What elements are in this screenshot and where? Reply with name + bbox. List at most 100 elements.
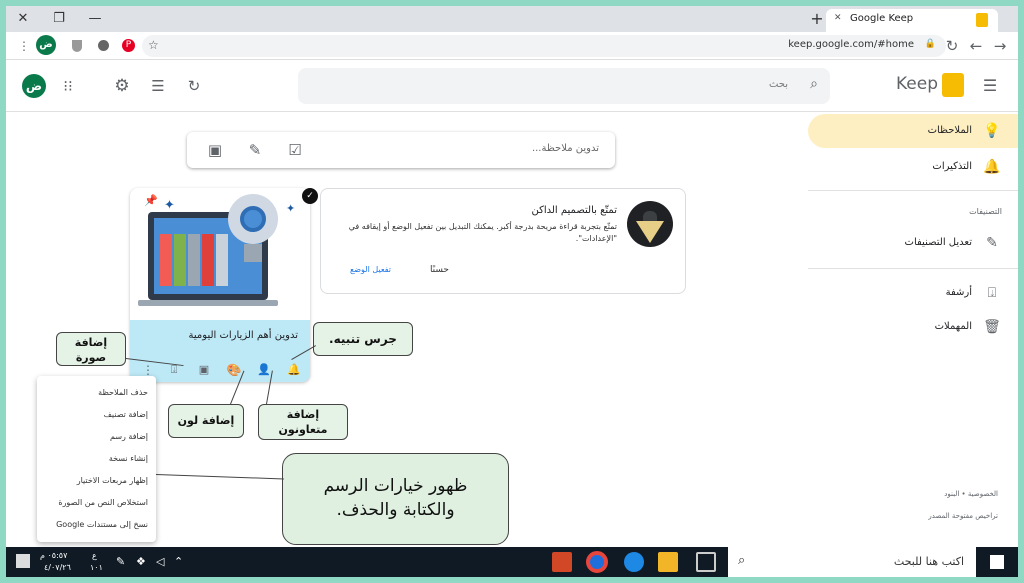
account-avatar[interactable]: ض: [22, 74, 46, 98]
pin-icon[interactable]: 📌: [144, 194, 158, 207]
tab-close-icon[interactable]: ✕: [834, 13, 842, 23]
footer-dot: •: [961, 490, 966, 498]
note-title: تدوين أهم الزيارات اليومية: [188, 330, 298, 341]
clock-time: ٠٥:٥٧ م: [40, 551, 68, 560]
sidebar-divider: [808, 268, 1018, 269]
keep-header: ض ⁝⁝ ⚙ ☰ ↻ ⌕ بحث Keep ☰: [6, 60, 1018, 112]
star-icon[interactable]: ☆: [148, 38, 159, 52]
close-window-button[interactable]: ✕: [10, 10, 36, 28]
brush-icon[interactable]: ✎: [245, 140, 265, 160]
sidebar-item-trash[interactable]: 🗑 المهملات: [808, 310, 1018, 344]
menu-item-delete[interactable]: حذف الملاحظة: [98, 388, 148, 397]
edge-icon[interactable]: [624, 552, 644, 572]
callout-add-image: إضافة صورة: [56, 332, 126, 366]
main-menu-icon[interactable]: ☰: [980, 76, 1000, 96]
language-indicator[interactable]: ع: [92, 551, 97, 560]
checkbox-list-icon[interactable]: ☑: [285, 140, 305, 160]
reminder-bell-icon[interactable]: 🔔: [284, 360, 304, 380]
enable-dark-mode-button[interactable]: تفعيل الوضع: [350, 265, 391, 274]
omnibox[interactable]: ☆ keep.google.com/#home 🔒: [142, 35, 946, 57]
menu-dots-icon[interactable]: ⋮: [14, 36, 34, 56]
callout-options: ظهور خيارات الرسم والكتابة والحذف.: [282, 453, 509, 545]
sidebar-item-edit-labels[interactable]: ✎ تعديل التصنيفات: [808, 226, 1018, 260]
list-view-icon[interactable]: ☰: [148, 76, 168, 96]
promo-title: تمتّع بالتصميم الداكن: [531, 205, 617, 216]
lightbulb-icon: 💡: [983, 123, 1001, 139]
sidebar-item-label: تعديل التصنيفات: [904, 237, 972, 248]
menu-item-grab-image-text[interactable]: استخلاص النص من الصورة: [58, 498, 148, 507]
menu-item-show-checkboxes[interactable]: إظهار مربعات الاختيار: [77, 476, 148, 485]
bell-icon: 🔔: [983, 159, 1001, 175]
search-placeholder: بحث: [768, 79, 788, 90]
search-box[interactable]: ⌕ بحث: [298, 68, 830, 104]
promo-body: تمتّع بتجربة قراءة مريحة بدرجة أكبر. يمك…: [348, 222, 617, 243]
menu-item-make-copy[interactable]: إنشاء نسخة: [109, 454, 148, 463]
sidebar-item-label: أرشفة: [945, 287, 972, 298]
windows-start-icon[interactable]: [990, 555, 1004, 569]
shield-icon[interactable]: [72, 40, 82, 52]
profile-avatar[interactable]: ض: [36, 35, 56, 55]
sparkle-icon: ✦: [286, 202, 296, 215]
sidebar-item-label: التذكيرات: [932, 161, 972, 172]
image-icon[interactable]: ▣: [205, 140, 225, 160]
ok-button[interactable]: حسنًا: [430, 265, 449, 275]
lamp-illustration-icon: [627, 201, 673, 247]
extension-icon[interactable]: [98, 40, 109, 51]
pen-icon[interactable]: ✎: [116, 555, 125, 568]
app-name: Keep: [896, 74, 939, 94]
privacy-link[interactable]: الخصوصية: [968, 490, 998, 498]
volume-icon[interactable]: ◁: [156, 555, 164, 568]
menu-item-add-label[interactable]: إضافة تصنيف: [104, 410, 148, 419]
settings-gear-icon[interactable]: ⚙: [112, 76, 132, 96]
url-text: keep.google.com/#home: [788, 39, 914, 50]
note-card[interactable]: 📌 ✦ ✦ ✓ تدوين أهم الزيارات اليومية ⋮ ⍗ ▣…: [130, 188, 318, 382]
back-arrow-icon[interactable]: ←: [966, 36, 986, 56]
notification-icon[interactable]: [16, 554, 30, 568]
archive-icon: ⍗: [987, 285, 997, 301]
menu-item-add-drawing[interactable]: إضافة رسم: [110, 432, 148, 441]
restore-window-button[interactable]: ❐: [46, 10, 72, 28]
dropbox-icon[interactable]: ❖: [136, 555, 146, 568]
browser-tab-bar: ✕ ❐ — + ✕ Google Keep: [6, 6, 1018, 32]
note-options-menu: حذف الملاحظة إضافة تصنيف إضافة رسم إنشاء…: [37, 376, 156, 542]
menu-item-copy-to-docs[interactable]: نسخ إلى مستندات Google: [56, 520, 148, 529]
sidebar-footer-links: الخصوصية • البنود: [944, 490, 998, 498]
select-checkmark-icon[interactable]: ✓: [302, 188, 318, 204]
minimize-window-button[interactable]: —: [82, 10, 108, 28]
task-view-icon[interactable]: [696, 552, 716, 572]
file-explorer-icon[interactable]: [658, 552, 678, 572]
chrome-icon[interactable]: [586, 551, 608, 573]
sidebar-item-reminders[interactable]: 🔔 التذكيرات: [808, 150, 1018, 184]
sidebar-item-notes[interactable]: 💡 الملاحظات: [808, 114, 1018, 148]
trash-icon: 🗑: [983, 319, 1001, 335]
take-note-placeholder: تدوين ملاحظة...: [531, 143, 599, 154]
take-note-bar[interactable]: ▣ ✎ ☑ تدوين ملاحظة...: [187, 132, 615, 168]
apps-grid-icon[interactable]: ⁝⁝: [58, 76, 78, 96]
lock-icon: 🔒: [924, 39, 936, 49]
sidebar-item-label: المهملات: [934, 321, 972, 332]
search-icon: ⌕: [738, 553, 746, 568]
sidebar-item-label: الملاحظات: [927, 125, 972, 136]
num-indicator: ١٠١: [90, 563, 103, 572]
chevron-up-icon[interactable]: ⌃: [174, 555, 183, 568]
clock-date: ٤/٠٧/٢٦: [44, 563, 71, 572]
add-image-icon[interactable]: ▣: [194, 360, 214, 380]
powerpoint-icon[interactable]: [552, 552, 572, 572]
sidebar-item-archive[interactable]: ⍗ أرشفة: [808, 276, 1018, 310]
callout-pointer: [155, 474, 284, 480]
callout-add-collaborator: إضافة متعاونون: [258, 404, 348, 440]
callout-add-color: إضافة لون: [168, 404, 244, 438]
licenses-link[interactable]: تراخيص مفتوحة المصدر: [928, 512, 998, 520]
taskbar-search-box[interactable]: اكتب هنا للبحث ⌕: [728, 547, 976, 577]
pinterest-icon[interactable]: P: [122, 39, 135, 52]
reload-icon[interactable]: ↻: [942, 36, 962, 56]
note-image: 📌 ✦ ✦: [130, 188, 310, 320]
terms-link[interactable]: البنود: [944, 490, 959, 498]
browser-tab[interactable]: ✕ Google Keep: [826, 9, 998, 32]
forward-arrow-icon[interactable]: →: [990, 36, 1010, 56]
address-bar-row: ⋮ ض P ☆ keep.google.com/#home 🔒 ↻ ← →: [6, 32, 1018, 60]
refresh-icon[interactable]: ↻: [184, 76, 204, 96]
sidebar-divider: [808, 190, 1018, 191]
callout-reminder: جرس تنبيه.: [313, 322, 413, 356]
search-icon[interactable]: ⌕: [810, 76, 818, 92]
